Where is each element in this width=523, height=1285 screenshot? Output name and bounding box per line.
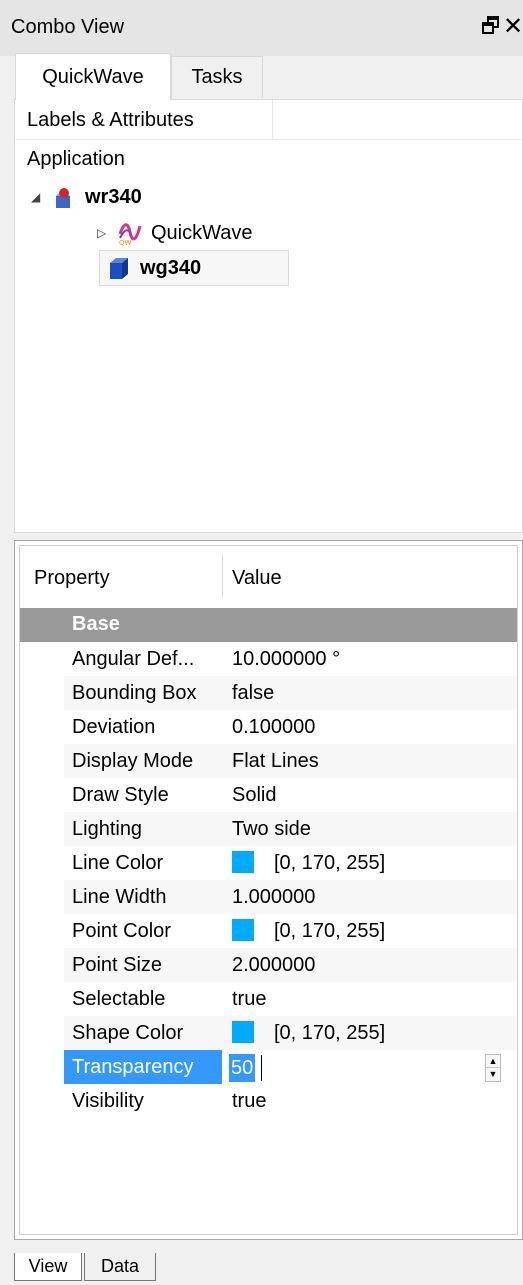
property-name: Lighting — [64, 812, 222, 846]
tree-root-label[interactable]: Application — [27, 148, 125, 171]
property-value[interactable]: [0, 170, 255] — [222, 1016, 517, 1050]
property-name: Line Width — [64, 880, 222, 914]
float-window-icon[interactable] — [481, 14, 501, 36]
tree-item-label: QuickWave — [151, 221, 253, 244]
color-swatch[interactable] — [232, 1020, 254, 1043]
property-value[interactable]: 2.000000 — [222, 948, 517, 982]
color-swatch[interactable] — [232, 918, 254, 941]
property-value[interactable]: [0, 170, 255] — [222, 914, 517, 948]
property-value[interactable]: true — [222, 1084, 517, 1118]
panel-title: Combo View — [11, 16, 125, 38]
property-name: Shape Color — [64, 1016, 222, 1050]
column-divider[interactable] — [222, 554, 223, 598]
tree-view: Labels & Attributes Application ◢ wr340 … — [14, 99, 523, 533]
property-name: Display Mode — [64, 744, 222, 778]
tree-header-label[interactable]: Labels & Attributes — [27, 109, 194, 132]
property-row-line-color[interactable]: Line Color [0, 170, 255] — [20, 846, 517, 880]
transparency-input[interactable]: 50 — [229, 1054, 256, 1082]
panel-title-bar: Combo View ✕ — [0, 0, 523, 56]
property-row-shape-color[interactable]: Shape Color [0, 170, 255] — [20, 1016, 517, 1050]
column-header-property[interactable]: Property — [34, 567, 110, 590]
color-swatch[interactable] — [232, 850, 254, 873]
tree-header: Labels & Attributes — [15, 100, 523, 140]
property-grid-header: Property Value — [20, 546, 517, 604]
property-row-visibility[interactable]: Visibility true — [20, 1084, 517, 1118]
property-value[interactable]: 10.000000 ° — [222, 642, 517, 676]
property-row-point-color[interactable]: Point Color [0, 170, 255] — [20, 914, 517, 948]
tree-item-wr340[interactable]: ◢ wr340 — [31, 180, 142, 214]
color-value: [0, 170, 255] — [274, 1022, 386, 1044]
property-row-transparency[interactable]: Transparency 50 ▲ ▼ — [20, 1050, 517, 1084]
property-name: Selectable — [72, 988, 166, 1010]
property-row-lighting[interactable]: Lighting Two side — [20, 812, 517, 846]
property-name: Point Color — [72, 920, 171, 942]
tab-data[interactable]: Data — [84, 1253, 156, 1281]
property-name: Angular Def... — [72, 648, 195, 670]
column-divider — [272, 100, 273, 140]
property-value[interactable]: Solid — [222, 778, 517, 812]
tree-item-quickwave[interactable]: ▷ QW QuickWave — [97, 216, 253, 250]
tab-tasks[interactable]: Tasks — [171, 56, 263, 98]
property-row-selectable[interactable]: Selectable true — [20, 982, 517, 1016]
property-row-deviation[interactable]: Deviation 0.100000 — [20, 710, 517, 744]
property-value[interactable]: Two side — [222, 812, 517, 846]
tree-item-label: wr340 — [85, 185, 142, 208]
transparency-spinbox[interactable]: 50 ▲ ▼ — [222, 1050, 517, 1084]
property-name: Deviation — [72, 716, 156, 738]
property-value[interactable]: [0, 170, 255] — [222, 846, 517, 880]
property-value[interactable]: 1.000000 — [222, 880, 517, 914]
property-row-bounding-box[interactable]: Bounding Box false — [20, 676, 517, 710]
color-value: [0, 170, 255] — [274, 920, 386, 942]
tab-quickwave[interactable]: QuickWave — [15, 53, 171, 100]
splitter-handle[interactable] — [14, 533, 523, 540]
tree-item-wg340[interactable]: wg340 — [99, 250, 289, 286]
column-header-value[interactable]: Value — [232, 567, 282, 590]
spin-up-icon[interactable]: ▲ — [486, 1055, 500, 1068]
svg-text:QW: QW — [119, 239, 132, 246]
property-group-label: Base — [72, 613, 120, 635]
property-row-display-mode[interactable]: Display Mode Flat Lines — [20, 744, 517, 778]
property-name: Bounding Box — [64, 676, 222, 710]
box-icon — [110, 258, 128, 279]
text-caret — [261, 1055, 262, 1081]
property-panel: Property Value Base Angular Def... 10.00… — [14, 540, 523, 1240]
property-row-draw-style[interactable]: Draw Style Solid — [20, 778, 517, 812]
property-value[interactable]: true — [222, 982, 517, 1016]
tree-item-label: wg340 — [140, 256, 202, 279]
part-icon — [56, 188, 70, 208]
property-name: Draw Style — [72, 784, 169, 806]
spin-down-icon[interactable]: ▼ — [486, 1068, 500, 1081]
property-group-base[interactable]: Base — [20, 608, 517, 642]
property-name: Line Color — [72, 852, 164, 874]
color-value: [0, 170, 255] — [274, 852, 386, 874]
property-name: Point Size — [64, 948, 222, 982]
close-icon[interactable]: ✕ — [503, 12, 523, 41]
quickwave-icon: QW — [118, 223, 142, 246]
expanded-arrow-icon[interactable]: ◢ — [31, 190, 47, 204]
property-grid: Property Value Base Angular Def... 10.00… — [19, 545, 518, 1235]
property-name: Visibility — [72, 1090, 144, 1112]
property-value[interactable]: false — [222, 676, 517, 710]
collapsed-arrow-icon[interactable]: ▷ — [97, 226, 113, 240]
property-value[interactable]: Flat Lines — [222, 744, 517, 778]
property-name: Transparency — [64, 1050, 222, 1084]
spin-buttons[interactable]: ▲ ▼ — [485, 1054, 501, 1082]
property-row-angular-deflection[interactable]: Angular Def... 10.000000 ° — [20, 642, 517, 676]
tab-view[interactable]: View — [14, 1253, 82, 1281]
property-row-line-width[interactable]: Line Width 1.000000 — [20, 880, 517, 914]
property-row-point-size[interactable]: Point Size 2.000000 — [20, 948, 517, 982]
property-value[interactable]: 0.100000 — [222, 710, 517, 744]
